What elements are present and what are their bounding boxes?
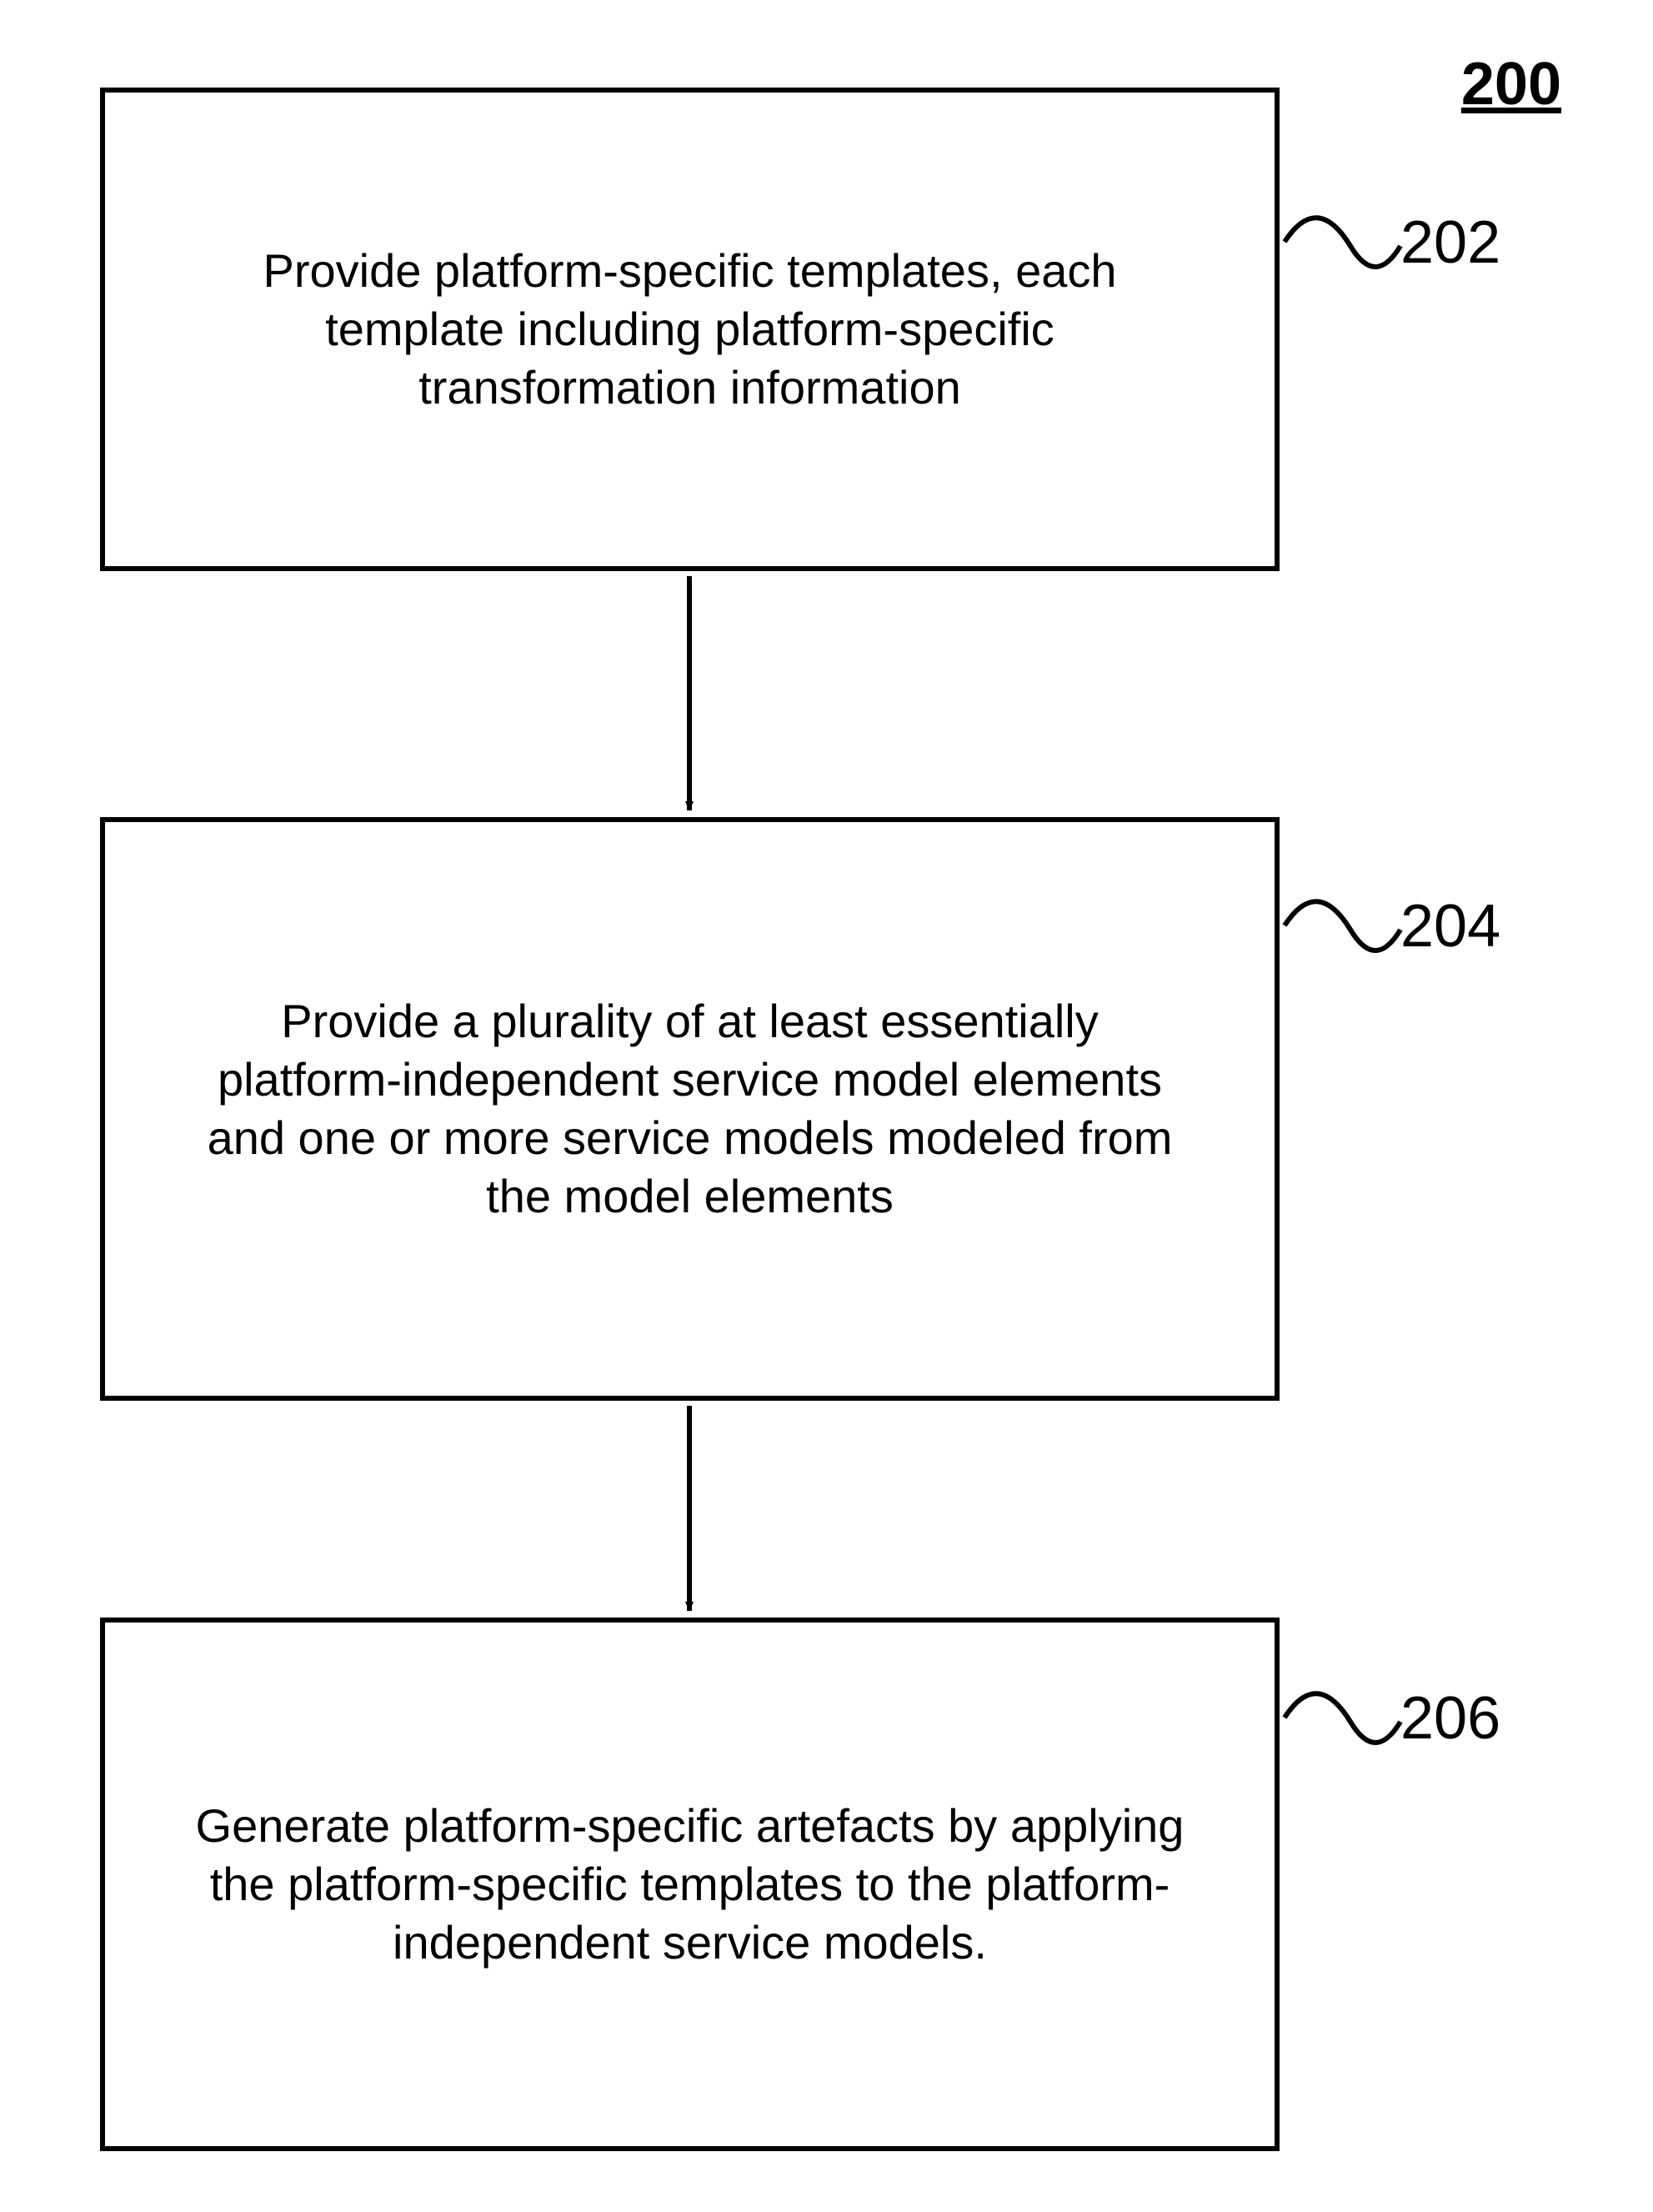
callout-lead-2 <box>1285 901 1400 951</box>
callout-ref-3: 206 <box>1400 1684 1500 1753</box>
callout-lead-3 <box>1285 1693 1400 1743</box>
step-1-text: Provide platform-specific templates, eac… <box>188 242 1191 417</box>
figure-number-label: 200 <box>1461 50 1561 118</box>
callout-lead-1 <box>1285 218 1400 267</box>
step-3-text: Generate platform-specific artefacts by … <box>188 1797 1191 1972</box>
flowchart-canvas: 200 Provide platform-specific templates,… <box>0 0 1653 2212</box>
step-2-text: Provide a plurality of at least essentia… <box>188 992 1191 1226</box>
step-box-2: Provide a plurality of at least essentia… <box>100 817 1280 1401</box>
callout-ref-1: 202 <box>1400 208 1500 277</box>
callout-ref-2: 204 <box>1400 892 1500 961</box>
step-box-1: Provide platform-specific templates, eac… <box>100 88 1280 571</box>
step-box-3: Generate platform-specific artefacts by … <box>100 1618 1280 2151</box>
